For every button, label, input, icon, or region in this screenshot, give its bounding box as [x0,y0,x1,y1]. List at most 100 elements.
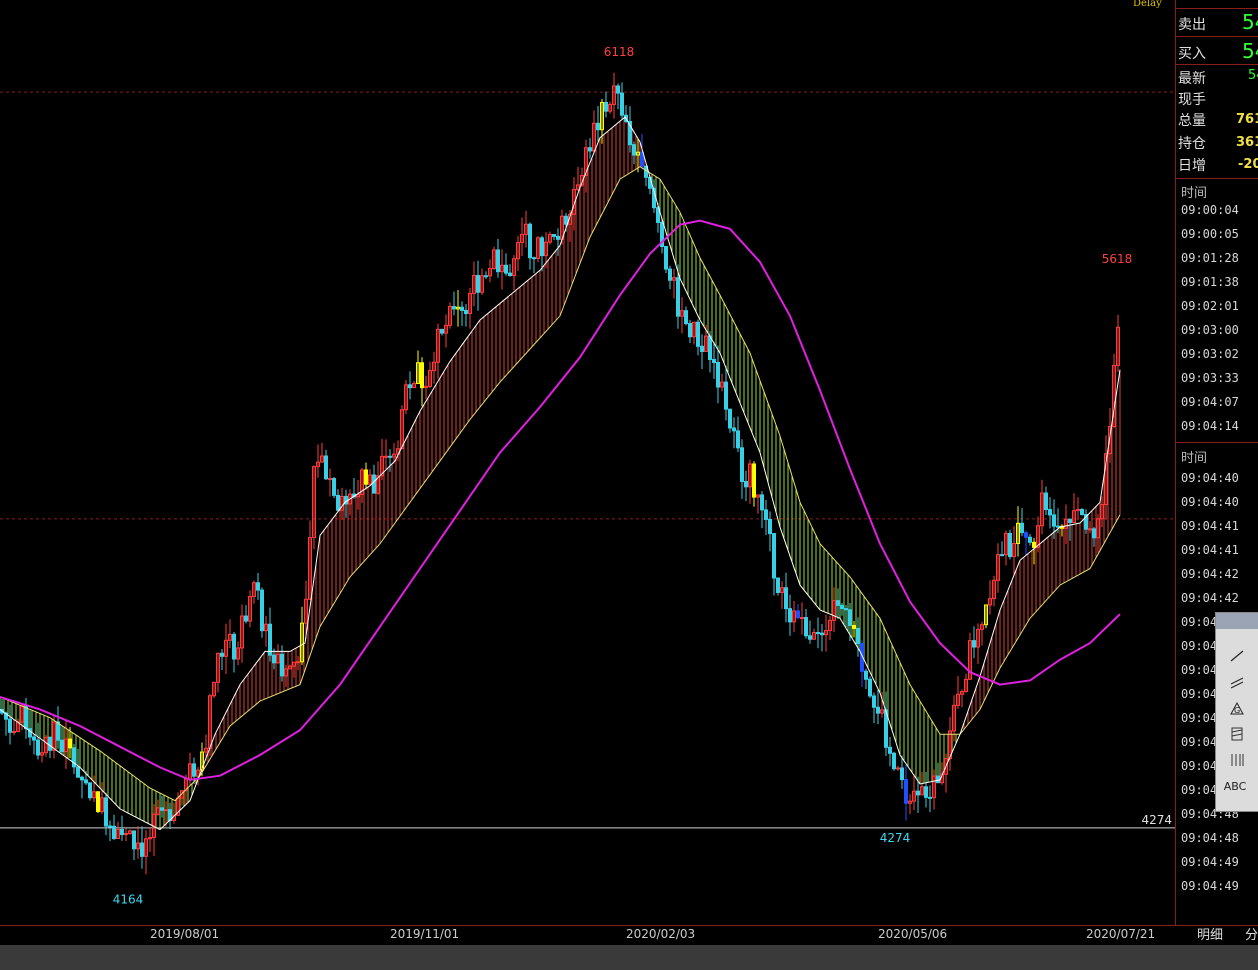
time-entry: 09:04:48 [1181,831,1239,845]
candle-body [796,610,800,619]
candle-body [760,494,764,511]
candle-body [1080,508,1084,515]
time-entry: 09:04 [1181,615,1218,629]
line-tool-icon[interactable] [1228,649,1246,665]
time-entry: 09:00:04 [1181,203,1239,217]
time-entry: 09:03:00 [1181,323,1239,337]
time-entry: 09:04 [1181,783,1218,797]
candle-body [1052,514,1056,527]
low-price-label-right: 4274 [880,831,911,845]
time-entry: 09:00:05 [1181,227,1239,241]
candle-body [36,739,40,756]
candle-body [604,101,608,112]
time-entry: 09:04 [1181,711,1218,725]
buy-value: 54 [1242,39,1258,63]
time-entry: 09:04:49 [1181,855,1239,869]
candle-body [712,359,716,363]
candle-body [268,623,272,656]
candle-body [324,455,328,480]
candle-body [440,328,444,334]
candle-body [232,633,236,660]
candle-body [764,509,768,520]
candle-body [328,478,332,481]
candle-body [676,277,680,317]
candle-body [296,661,300,664]
candle-body [12,730,16,733]
candle-body [972,640,976,648]
toolbox-titlebar[interactable] [1216,613,1258,629]
candle-body [508,272,512,277]
candle-body [104,797,108,827]
candle-body [928,796,932,799]
candle-body [852,624,856,629]
candle-body [820,632,824,636]
candle-body [1088,528,1092,531]
candle-body [788,608,792,623]
candle-body [540,237,544,257]
candle-body [88,782,92,799]
status-bar [0,945,1258,970]
candle-body [732,427,736,432]
open-interest-label: 持仓 [1178,136,1206,152]
drawing-toolbox[interactable]: G ABC [1215,612,1258,812]
candle-body [840,604,844,610]
candle-body [668,268,672,281]
time-entry: 09:04 [1181,639,1218,653]
time-entry: 09:04:40 [1181,471,1239,485]
candle-body [388,455,392,458]
candle-body [280,653,284,677]
time-entry: 09:04:49 [1181,879,1239,893]
candle-body [876,706,880,714]
candle-body [420,362,424,389]
svg-text:G: G [1234,706,1240,715]
tab-detail[interactable]: 明细 [1197,924,1223,943]
candle-body [856,627,860,645]
candle-body [32,736,36,741]
candle-body [648,176,652,189]
candle-body [776,577,780,593]
text-tool-icon[interactable]: ABC [1220,779,1250,795]
candle-body [140,842,144,857]
candle-body [804,617,808,637]
candle-body [68,738,72,749]
price-chart[interactable]: 6118 4164 4274 5618 4274 [0,0,1175,925]
candle-body [132,830,136,850]
candle-body [708,335,712,361]
candle-body [120,828,124,836]
candle-body [1068,518,1072,523]
volume-label: 总量 [1178,113,1206,129]
candle-body [772,533,776,579]
fibonacci-tool-icon[interactable]: G [1228,701,1246,717]
candle-body [8,718,12,733]
candle-body [836,600,840,606]
period-lines-tool-icon[interactable] [1228,753,1246,769]
candle-body [588,147,592,152]
time-entry: 09:04 [1181,687,1218,701]
candle-body [844,608,848,611]
candle-body [84,779,88,784]
tab-minute[interactable]: 分 [1245,924,1258,943]
delay-indicator: Delay [1133,0,1162,9]
recent-high-label: 5618 [1102,252,1133,266]
time-entry: 09:04:41 [1181,543,1239,557]
channel-tool-icon[interactable] [1228,727,1246,743]
x-tick-label: 2019/11/01 [390,927,460,941]
candle-body [256,582,260,591]
candle-body [408,384,412,389]
candle-body [220,652,224,657]
candle-body [864,670,868,680]
open-interest-value: 3612 [1236,135,1258,150]
x-tick-label: 2020/05/06 [878,927,948,941]
time-entry: 09:01:28 [1181,251,1239,265]
candle-body [696,321,700,347]
time-entry: 09:04 [1181,663,1218,677]
time-entry: 09:02:01 [1181,299,1239,313]
low-price-label-left: 4164 [113,892,144,906]
candle-body [616,85,620,94]
candle-body [24,705,28,730]
candle-body [740,447,744,483]
parallel-line-tool-icon[interactable] [1228,675,1246,691]
candle-body [460,306,464,311]
candle-body [564,215,568,225]
candle-body [744,481,748,488]
